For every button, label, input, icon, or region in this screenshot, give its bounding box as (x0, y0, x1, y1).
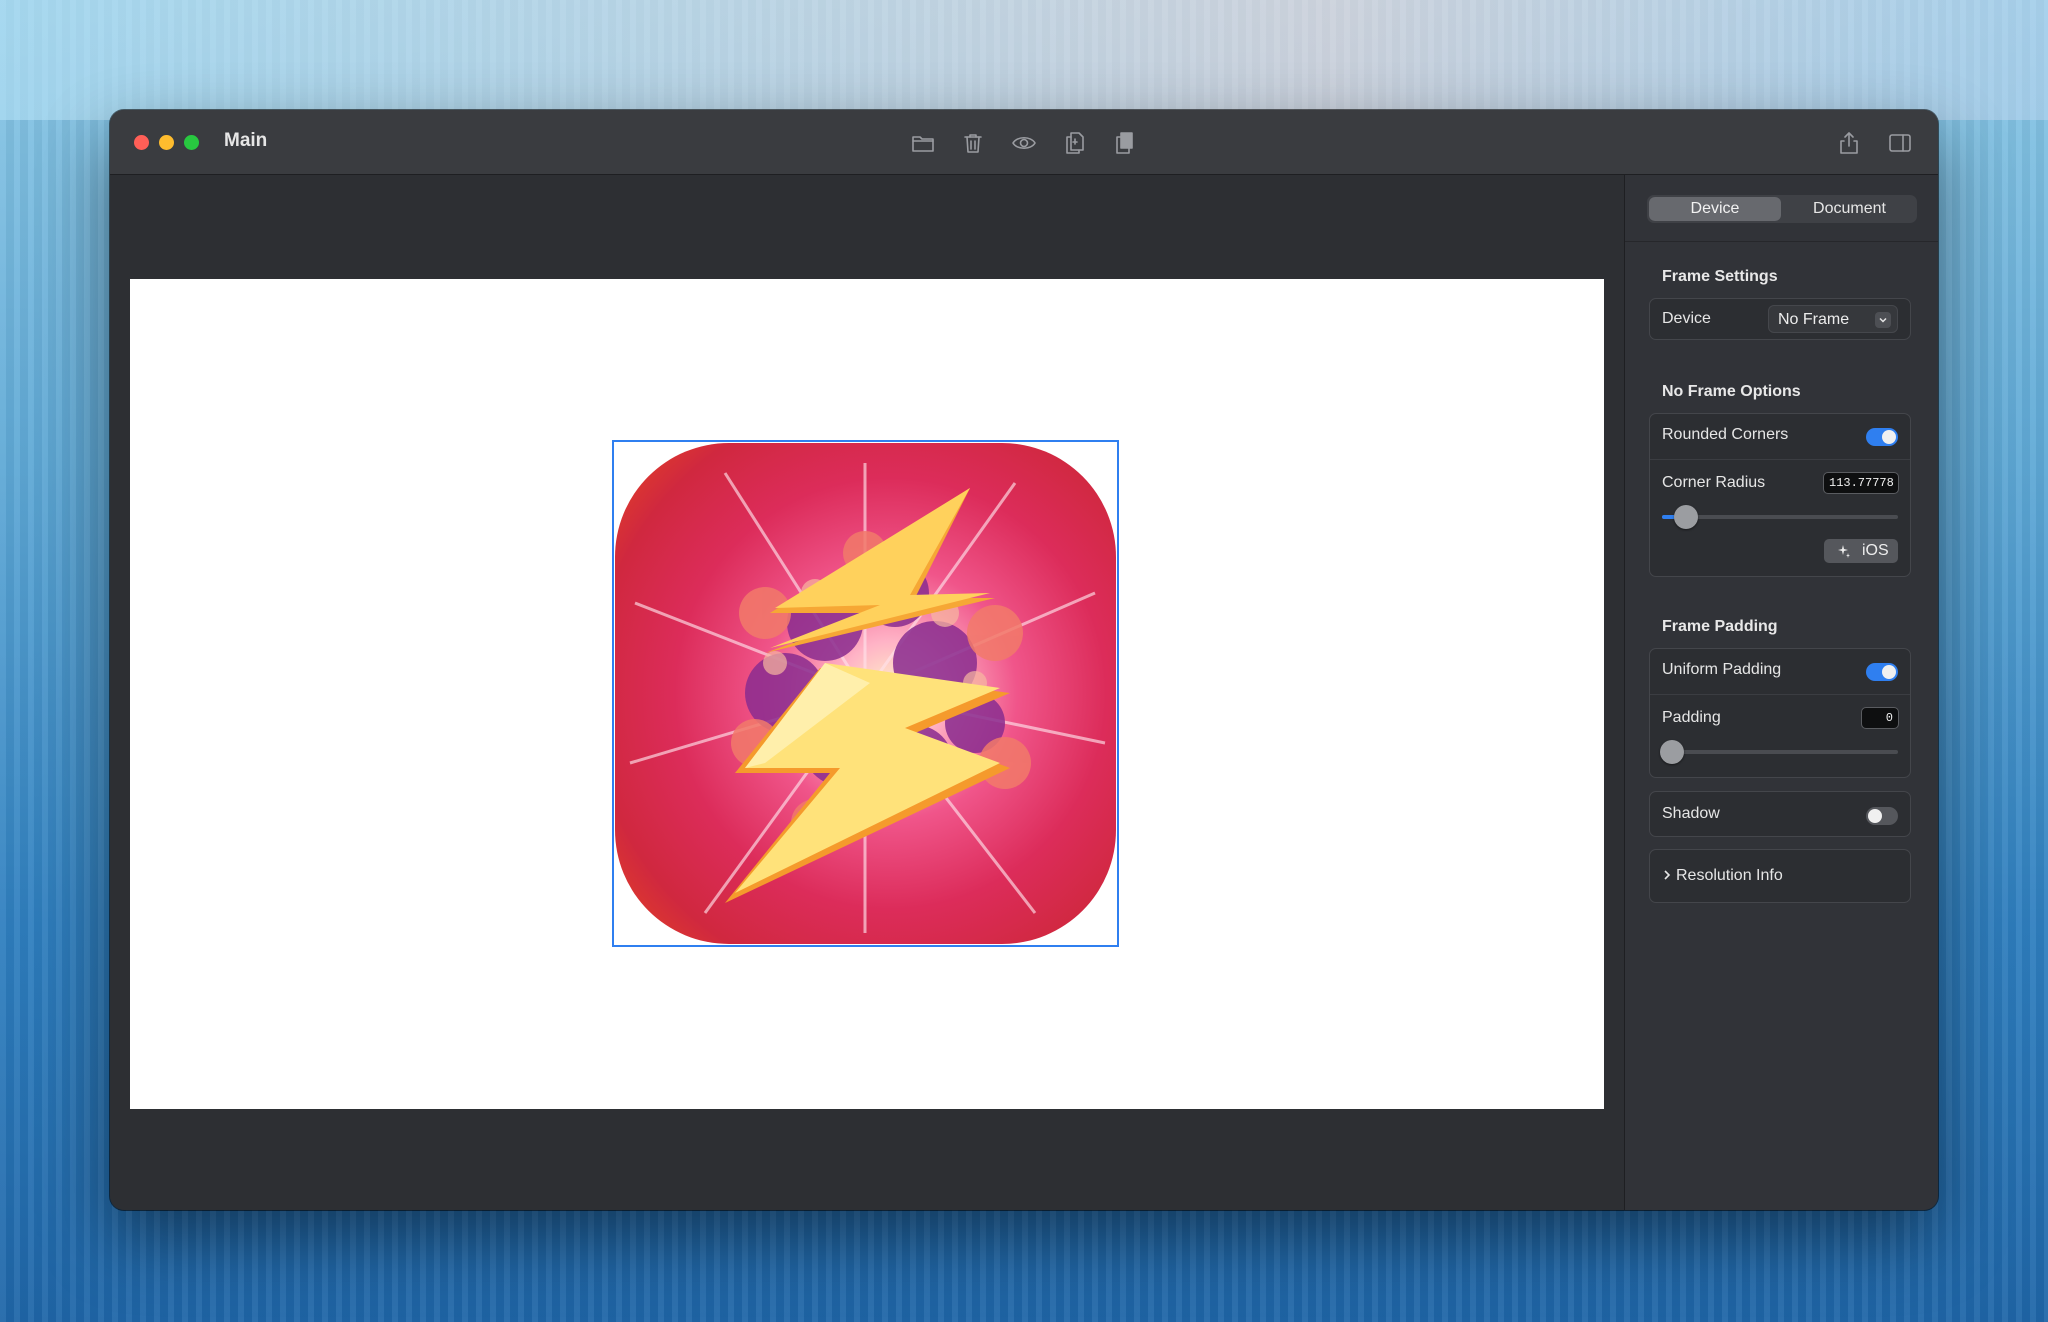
copy-icon[interactable] (1058, 126, 1092, 160)
rounded-corners-label: Rounded Corners (1662, 426, 1789, 443)
ios-preset-label: iOS (1862, 542, 1889, 559)
padding-slider[interactable] (1660, 740, 1898, 764)
row-divider (1650, 694, 1910, 695)
padding-label: Padding (1662, 709, 1721, 726)
resolution-info-group: Resolution Info (1649, 849, 1911, 903)
share-icon[interactable] (1832, 126, 1866, 160)
folder-icon[interactable] (906, 126, 940, 160)
device-popup-value: No Frame (1778, 311, 1850, 328)
chevron-down-icon (1875, 312, 1891, 328)
eye-icon[interactable] (1007, 126, 1041, 160)
device-document-segmented-control: Device Document (1647, 195, 1917, 223)
canvas-area (110, 175, 1623, 1210)
padding-slider-knob[interactable] (1660, 740, 1684, 764)
trash-icon[interactable] (956, 126, 990, 160)
corner-radius-label: Corner Radius (1662, 474, 1766, 491)
frame-settings-group: Device No Frame (1649, 298, 1911, 340)
row-divider (1650, 459, 1910, 460)
corner-radius-slider[interactable] (1662, 505, 1898, 529)
padding-field[interactable]: 0 (1861, 707, 1899, 729)
corner-radius-slider-knob[interactable] (1674, 505, 1698, 529)
uniform-padding-toggle[interactable] (1866, 663, 1898, 681)
sidebar-toggle-icon[interactable] (1883, 126, 1917, 160)
device-popup[interactable]: No Frame (1768, 305, 1898, 333)
no-frame-options-group: Rounded Corners Corner Radius 113.77778 … (1649, 413, 1911, 577)
frame-padding-heading: Frame Padding (1662, 618, 1778, 635)
sparkle-icon (1838, 545, 1850, 558)
app-icon-image (615, 443, 1116, 944)
zoom-window-button[interactable] (184, 135, 199, 150)
rounded-corners-toggle[interactable] (1866, 428, 1898, 446)
frame-settings-heading: Frame Settings (1662, 268, 1778, 285)
segment-divider (1625, 241, 1938, 242)
frame-padding-group: Uniform Padding Padding 0 (1649, 648, 1911, 778)
corner-radius-field[interactable]: 113.77778 (1823, 472, 1899, 494)
window-title: Main (224, 130, 268, 151)
tab-device[interactable]: Device (1649, 197, 1781, 221)
app-window: Main Device Document Frame Settings Devi… (110, 110, 1938, 1210)
ios-preset-button[interactable]: iOS (1824, 539, 1898, 563)
canvas (130, 279, 1604, 1109)
chevron-right-icon (1664, 870, 1671, 880)
device-label: Device (1662, 310, 1711, 327)
shadow-label: Shadow (1662, 805, 1720, 822)
shadow-toggle[interactable] (1866, 807, 1898, 825)
resolution-info-label: Resolution Info (1676, 867, 1783, 884)
shadow-group: Shadow (1649, 791, 1911, 837)
tab-document[interactable]: Document (1784, 197, 1915, 221)
resolution-info-disclosure[interactable]: Resolution Info (1662, 867, 1783, 885)
close-window-button[interactable] (134, 135, 149, 150)
title-bar: Main (110, 110, 1938, 175)
selected-image-frame[interactable] (612, 440, 1119, 947)
minimize-window-button[interactable] (159, 135, 174, 150)
inspector-sidebar: Device Document Frame Settings Device No… (1624, 175, 1938, 1210)
uniform-padding-label: Uniform Padding (1662, 661, 1782, 678)
no-frame-options-heading: No Frame Options (1662, 383, 1801, 400)
paste-icon[interactable] (1107, 126, 1141, 160)
